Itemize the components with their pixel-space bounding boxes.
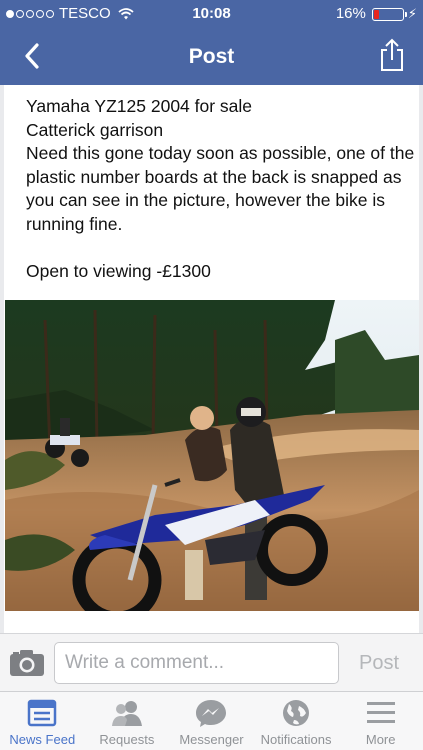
chevron-left-icon	[25, 43, 39, 69]
battery-percent: 16%	[335, 5, 366, 22]
tab-bar: News Feed Requests Messenger Notificatio…	[0, 691, 423, 750]
status-bar: TESCO 10:08 16% ⚡	[0, 0, 423, 28]
tab-label-more: More	[365, 732, 396, 747]
top-bar: TESCO 10:08 16% ⚡ Post	[0, 0, 423, 85]
facebook-post-screen: TESCO 10:08 16% ⚡ Post Yamaha YZ125 2004…	[0, 0, 423, 750]
post-comment-button[interactable]: Post	[345, 642, 413, 684]
globe-icon	[283, 700, 310, 726]
tab-label-requests: Requests	[99, 732, 155, 747]
tab-label-news-feed: News Feed	[9, 732, 76, 747]
battery-group: 16% ⚡	[336, 0, 417, 28]
tab-requests[interactable]: Requests	[85, 692, 170, 750]
navigation-bar: Post	[0, 28, 423, 85]
tab-label-notifications: Notifications	[260, 732, 332, 747]
post-line-price: Open to viewing -£1300	[26, 260, 211, 281]
photo-icon	[5, 300, 419, 611]
menu-icon	[366, 702, 395, 723]
post-line-description: Need this gone today soon as possible, o…	[26, 143, 415, 234]
messenger-icon	[196, 700, 227, 727]
tab-news-feed[interactable]: News Feed	[0, 692, 85, 750]
camera-button[interactable]	[9, 648, 45, 678]
back-button[interactable]	[14, 38, 50, 74]
post-line-title: Yamaha YZ125 2004 for sale	[26, 96, 253, 116]
tab-label-messenger: Messenger	[179, 732, 244, 747]
requests-icon	[111, 701, 142, 726]
post-line-location: Catterick garrison	[26, 119, 164, 140]
comment-bar: Post	[0, 633, 423, 691]
tab-messenger[interactable]: Messenger	[169, 692, 254, 750]
post-body: Yamaha YZ125 2004 for sale Catterick gar…	[26, 95, 416, 283]
share-icon	[381, 38, 403, 71]
post-photo[interactable]	[5, 300, 419, 611]
tab-notifications[interactable]: Notifications	[254, 692, 339, 750]
tab-more[interactable]: More	[338, 692, 423, 750]
share-button[interactable]	[377, 36, 407, 74]
camera-icon	[10, 650, 44, 676]
charging-icon: ⚡	[407, 6, 417, 21]
news-feed-icon	[28, 699, 57, 727]
battery-icon	[371, 7, 407, 21]
comment-input[interactable]	[54, 642, 339, 684]
page-title: Post	[188, 45, 235, 68]
